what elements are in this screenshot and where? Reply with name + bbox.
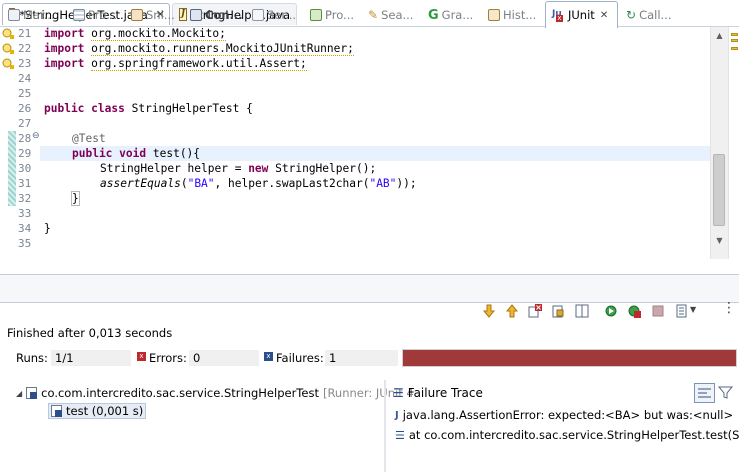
warning-icon[interactable]: [2, 58, 15, 70]
view-tab-bar: [0, 274, 739, 303]
test-suite-row[interactable]: ◢ co.com.intercredito.sac.service.String…: [16, 386, 414, 400]
run-status-text: Finished after 0,013 seconds: [7, 326, 173, 340]
show-failures-only-icon[interactable]: [528, 304, 542, 318]
fold-collapse-icon[interactable]: ⊖: [32, 131, 40, 141]
history-icon: [488, 9, 500, 21]
properties-icon: [73, 9, 85, 21]
tab-properties[interactable]: Pro...: [73, 5, 117, 25]
runs-label: Runs:: [16, 351, 48, 365]
tab-console[interactable]: Con...: [190, 5, 243, 25]
code-line: public class StringHelperTest {: [44, 102, 253, 115]
close-icon[interactable]: ✕: [600, 10, 608, 21]
scroll-up-icon[interactable]: ▲: [711, 27, 728, 44]
layout-icon[interactable]: [575, 304, 589, 318]
test-run-history-icon[interactable]: [675, 304, 689, 318]
test-suite-icon: [26, 387, 38, 399]
rerun-test-icon[interactable]: [604, 304, 618, 318]
tab-call-hierarchy[interactable]: ↻ Call...: [626, 5, 672, 25]
tab-progress[interactable]: Pro...: [310, 5, 354, 25]
gradle-icon: G: [428, 7, 439, 23]
rerun-failures-first-icon[interactable]: [627, 304, 641, 318]
failure-icon: x: [264, 352, 273, 361]
code-line: }: [44, 222, 51, 235]
markers-icon: [8, 9, 20, 21]
line-number: 21: [18, 27, 32, 40]
code-line: StringHelper helper = new StringHelper()…: [100, 162, 377, 175]
line-number: 25: [18, 87, 32, 100]
servers-icon: [252, 9, 264, 21]
snippets-icon: [131, 9, 143, 21]
chevron-down-icon[interactable]: ▼: [690, 305, 696, 314]
tab-search[interactable]: ✎ Sea...: [368, 5, 413, 25]
tab-junit[interactable]: Ju x JUnit ✕: [545, 1, 618, 28]
line-number: 30: [18, 162, 32, 175]
filter-trace-icon[interactable]: [718, 385, 733, 400]
code-line: import org.mockito.runners.MockitoJUnitR…: [44, 42, 354, 56]
junit-icon: J: [395, 409, 399, 421]
failures-label: Failures:: [276, 351, 324, 365]
code-line: import org.springframework.util.Assert;: [44, 57, 307, 71]
compare-results-icon[interactable]: [694, 383, 715, 403]
errors-label: Errors:: [149, 351, 187, 365]
trace-line[interactable]: ☰ at co.com.intercredito.sac.service.Str…: [395, 428, 739, 442]
errors-value: 0: [189, 350, 259, 366]
stack-frame-icon: ☰: [395, 428, 405, 442]
tab-gradle[interactable]: G Gra...: [428, 5, 473, 25]
panel-splitter[interactable]: [384, 380, 386, 472]
tab-servers[interactable]: Ser...: [252, 5, 296, 25]
error-icon: x: [137, 352, 146, 361]
line-number: 35: [18, 237, 32, 250]
warning-marker[interactable]: [731, 47, 738, 50]
expand-arrow-icon[interactable]: ◢: [16, 389, 22, 398]
code-line: public void test(){: [72, 147, 201, 160]
line-number: 24: [18, 72, 32, 85]
java-file-icon: J: [179, 8, 187, 21]
runs-value: 1/1: [51, 350, 131, 366]
console-icon: [190, 9, 202, 21]
scrollbar-thumb[interactable]: [713, 154, 725, 226]
scroll-down-icon[interactable]: ▼: [711, 232, 728, 249]
tab-markers[interactable]: Mar...: [8, 5, 55, 25]
test-case-row[interactable]: test (0,001 s): [48, 403, 147, 419]
line-number: 31: [18, 177, 32, 190]
test-progress-bar: [402, 349, 737, 367]
line-number: 33: [18, 207, 32, 220]
search-icon: ✎: [368, 8, 379, 22]
warning-marker[interactable]: [731, 33, 738, 36]
progress-icon: [310, 9, 322, 21]
line-number: 29: [18, 147, 32, 160]
code-line: @Test: [72, 132, 106, 145]
line-number: 22: [18, 42, 32, 55]
code-line: assertEquals("BA", helper.swapLast2char(…: [100, 177, 417, 190]
code-line: }: [71, 191, 80, 206]
line-number: 23: [18, 57, 32, 70]
failure-trace-header: ☰ Failure Trace: [393, 386, 483, 400]
call-hierarchy-icon: ↻: [626, 8, 637, 22]
line-number: 27: [18, 117, 32, 130]
warning-icon[interactable]: [2, 43, 15, 55]
code-line: import org.mockito.Mockito;: [44, 27, 226, 41]
editor-vertical-scrollbar[interactable]: ▲ ▼: [710, 27, 728, 259]
overview-ruler: [728, 27, 739, 259]
line-number: 32: [18, 192, 32, 205]
junit-icon: Ju x: [552, 8, 563, 22]
next-failure-icon[interactable]: [482, 304, 496, 318]
line-number: 34: [18, 222, 32, 235]
stack-trace-icon: ☰: [393, 386, 404, 400]
tab-history[interactable]: Hist...: [488, 5, 536, 25]
line-number: 26: [18, 102, 32, 115]
tab-snippets[interactable]: Sni...: [131, 5, 175, 25]
warning-icon[interactable]: [2, 28, 15, 40]
failed-test-icon: [51, 405, 62, 417]
stop-icon[interactable]: [651, 304, 665, 318]
view-menu-icon[interactable]: ⋮: [722, 300, 736, 316]
warning-marker[interactable]: [731, 39, 738, 42]
scroll-lock-icon[interactable]: [551, 304, 565, 318]
previous-failure-icon[interactable]: [505, 304, 519, 318]
failures-value: 1: [325, 350, 398, 366]
change-marker: [8, 131, 16, 206]
trace-line[interactable]: J java.lang.AssertionError: expected:<BA…: [395, 408, 733, 422]
